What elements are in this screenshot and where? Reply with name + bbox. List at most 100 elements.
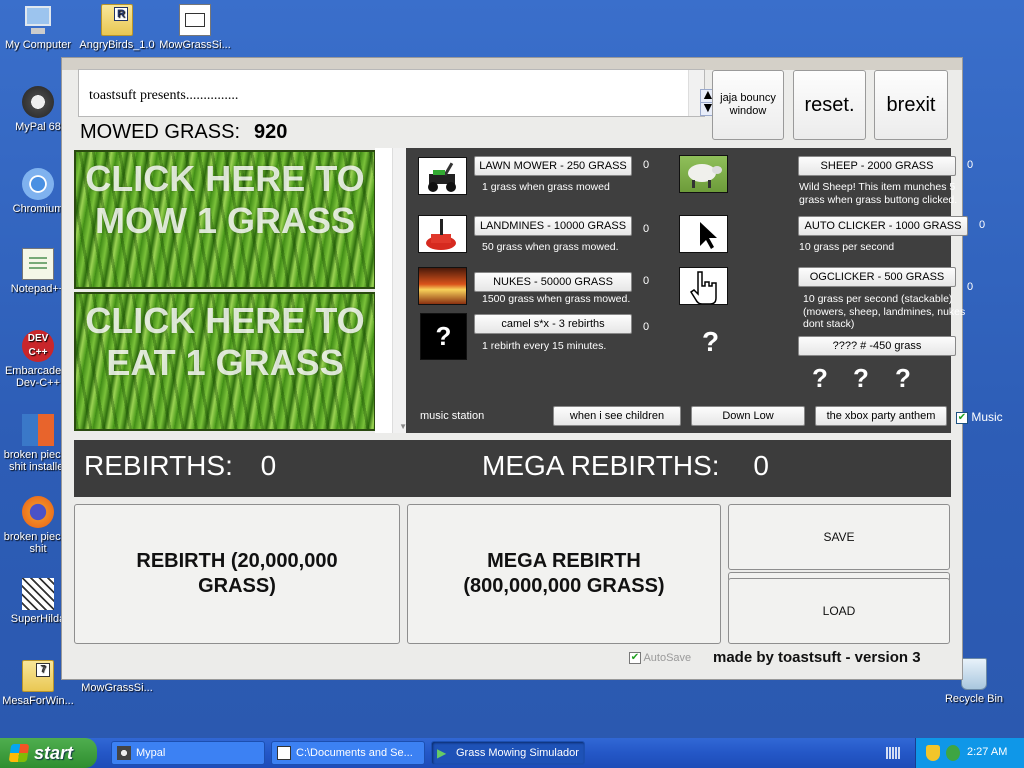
- desktop-icon-label: AngryBirds_1.0: [79, 39, 155, 51]
- mowed-grass-display: MOWED GRASS: 920: [80, 121, 287, 144]
- checkbox-checked-icon[interactable]: ✔: [956, 411, 968, 424]
- ticker-textbox[interactable]: toastsuft presents............... ▲ ▼: [78, 69, 715, 117]
- clock[interactable]: 2:27 AM: [967, 746, 1007, 758]
- network-icon[interactable]: [946, 745, 960, 761]
- nukes-count: 0: [643, 275, 650, 287]
- camel-description: 1 rebirth every 15 minutes.: [482, 340, 607, 352]
- camel-count: 0: [643, 321, 650, 333]
- rebirth-button[interactable]: REBIRTH (20,000,000 GRASS): [74, 504, 400, 644]
- ogclicker-description: 10 grass per second (stackable) (mowers,…: [803, 293, 966, 330]
- ogclicker-count: 0: [967, 281, 974, 293]
- installer-icon: [22, 414, 54, 446]
- keyboard-icon[interactable]: [886, 747, 900, 759]
- landmine-icon: [418, 215, 467, 253]
- mow-grass-label: CLICK HERE TO MOW 1 GRASS: [85, 158, 365, 241]
- auto-clicker-description: 10 grass per second: [799, 241, 895, 253]
- taskbar-item-grass-mowing-simulador[interactable]: ▶ Grass Mowing Simulador: [431, 741, 585, 765]
- mega-rebirth-button[interactable]: MEGA REBIRTH (800,000,000 GRASS): [407, 504, 721, 644]
- lawn-mower-count: 0: [643, 159, 650, 171]
- buy-mystery-item-button[interactable]: ???? # -450 grass: [798, 336, 956, 356]
- desktop-icon-label: MesaForWin...: [2, 695, 74, 707]
- desktop-icon-label: Recycle Bin: [944, 693, 1004, 705]
- taskbar-item-label: Grass Mowing Simulador: [456, 747, 579, 759]
- folder-icon: 7: [22, 660, 54, 692]
- desktop-icon-label: My Computer: [4, 39, 72, 51]
- mystery-mark: ?: [812, 363, 828, 393]
- brexit-button[interactable]: brexit: [874, 70, 948, 140]
- taskbar-item-explorer[interactable]: C:\Documents and Se...: [271, 741, 425, 765]
- music-button-down-low[interactable]: Down Low: [691, 406, 805, 426]
- folder-icon: R: [101, 4, 133, 36]
- buy-auto-clicker-button[interactable]: AUTO CLICKER - 1000 GRASS: [798, 216, 968, 236]
- mega-rebirths-label: MEGA REBIRTHS:: [482, 450, 720, 481]
- explosion-icon: [418, 267, 467, 305]
- buy-nukes-button[interactable]: NUKES - 50000 GRASS: [474, 272, 632, 292]
- shop-scroll-area[interactable]: ▼: [375, 148, 409, 433]
- rebirths-display: REBIRTHS: 0: [84, 450, 276, 482]
- buy-sheep-button[interactable]: SHEEP - 2000 GRASS: [798, 156, 956, 176]
- question-icon: ?: [420, 313, 467, 360]
- music-toggle-label: Music: [971, 410, 1003, 424]
- taskbar-item-label: C:\Documents and Se...: [296, 747, 413, 759]
- eat-grass-label: CLICK HERE TO EAT 1 GRASS: [85, 300, 365, 383]
- bouncy-window-button[interactable]: jaja bouncy window: [712, 70, 784, 140]
- music-button-when-i-see-children[interactable]: when i see children: [553, 406, 681, 426]
- buy-landmines-button[interactable]: LANDMINES - 10000 GRASS: [474, 216, 632, 236]
- system-tray: 2:27 AM: [915, 738, 1024, 768]
- desktop-icon-label: MowGrassSi...: [159, 39, 231, 51]
- ticker-scrollbar[interactable]: ▲ ▼: [688, 70, 715, 116]
- mow-grass-button[interactable]: CLICK HERE TO MOW 1 GRASS: [74, 150, 376, 289]
- notepadpp-icon: [22, 248, 54, 280]
- taskbar-item-mypal[interactable]: Mypal: [111, 741, 265, 765]
- landmines-count: 0: [643, 223, 650, 235]
- cursor-arrow-icon: [679, 215, 728, 253]
- raccoon-icon: [22, 86, 54, 118]
- folder-icon: [277, 746, 291, 760]
- chromium-icon: [22, 168, 54, 200]
- desktop-icon-label: SuperHilda: [10, 613, 66, 625]
- mystery-mark: ?: [853, 363, 869, 393]
- desktop-icon-label: MyPal 68: [15, 121, 61, 133]
- desktop-icon-mowgrass[interactable]: MowGrassSi...: [155, 4, 235, 51]
- computer-icon: [22, 4, 54, 36]
- reset-button[interactable]: reset.: [793, 70, 866, 140]
- rebirths-value: 0: [260, 450, 277, 481]
- desktop-icon-label: Notepad++: [10, 283, 66, 295]
- music-station-label: music station: [420, 410, 485, 422]
- music-toggle[interactable]: ✔ Music: [956, 410, 1003, 424]
- buy-ogclicker-button[interactable]: OGCLICKER - 500 GRASS: [798, 267, 956, 287]
- application-icon: [179, 4, 211, 36]
- mystery-mark: ?: [895, 363, 911, 393]
- sheep-count: 0: [967, 159, 974, 171]
- rebirths-label: REBIRTHS:: [84, 450, 233, 481]
- checkbox-checked-icon[interactable]: ✔: [629, 652, 641, 665]
- raccoon-icon: [117, 746, 131, 760]
- rebirth-stats-bar: REBIRTHS: 0 MEGA REBIRTHS: 0: [74, 440, 951, 497]
- auto-clicker-count: 0: [979, 219, 986, 231]
- sheep-icon: [679, 155, 728, 193]
- load-button[interactable]: LOAD: [728, 578, 950, 644]
- save-button[interactable]: SAVE: [728, 504, 950, 570]
- buy-camel-button[interactable]: camel s*x - 3 rebirths: [474, 314, 632, 334]
- mowed-grass-value: 920: [254, 121, 288, 143]
- ticker-text: toastsuft presents...............: [89, 88, 239, 103]
- desktop-icon-my-computer[interactable]: My Computer: [0, 4, 78, 51]
- nukes-description: 1500 grass when grass mowed.: [482, 293, 631, 305]
- devcpp-icon: DEV C++: [22, 330, 54, 362]
- mystery-question-icon: ?: [702, 326, 720, 357]
- music-button-xbox-party-anthem[interactable]: the xbox party anthem: [815, 406, 947, 426]
- security-shield-icon[interactable]: [926, 745, 940, 761]
- desktop-icon-mowgrass-2[interactable]: MowGrassSi...: [77, 682, 157, 694]
- desktop-icon-angrybirds[interactable]: R AngryBirds_1.0: [77, 4, 157, 51]
- taskbar-item-label: Mypal: [136, 747, 166, 759]
- autosave-toggle[interactable]: ✔ AutoSave: [629, 652, 692, 665]
- start-button[interactable]: start: [0, 738, 97, 768]
- lawn-mower-icon: [418, 157, 467, 195]
- firefox-icon: [22, 496, 54, 528]
- desktop-icon-label: Chromium: [12, 203, 64, 215]
- landmines-description: 50 grass when grass mowed.: [482, 241, 619, 253]
- taskbar: start Mypal C:\Documents and Se... ▶ Gra…: [0, 738, 1024, 768]
- autosave-label: AutoSave: [643, 652, 692, 664]
- eat-grass-button[interactable]: CLICK HERE TO EAT 1 GRASS: [74, 292, 376, 431]
- buy-lawn-mower-button[interactable]: LAWN MOWER - 250 GRASS: [474, 156, 632, 176]
